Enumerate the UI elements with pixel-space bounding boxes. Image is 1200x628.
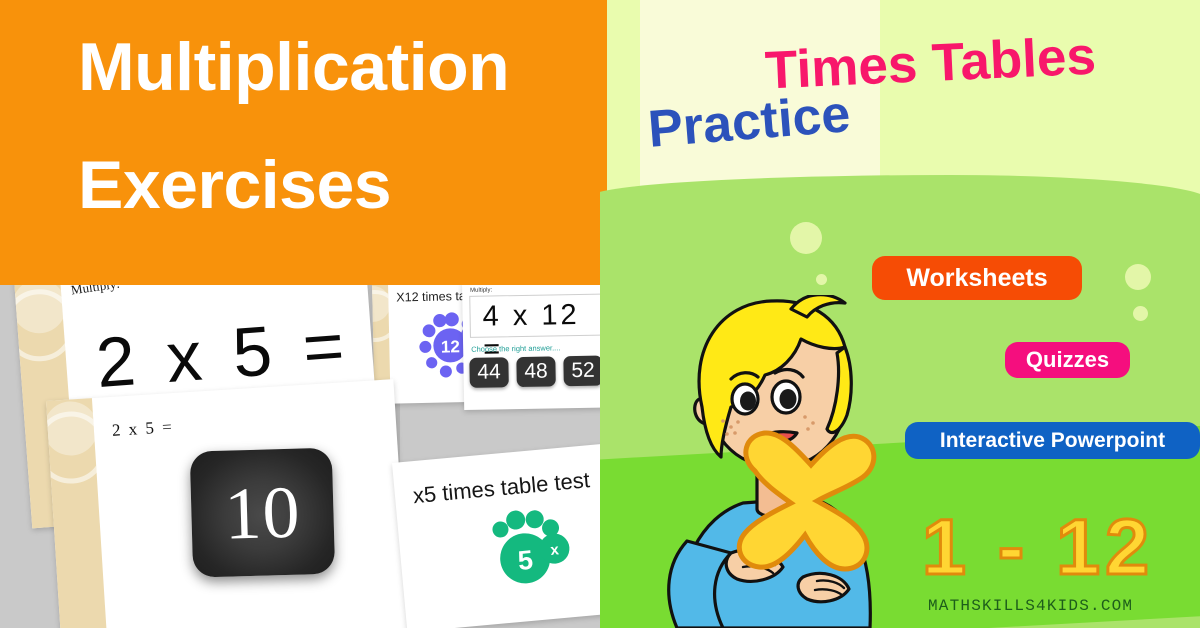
quiz-question-card[interactable]: Multiply: 4 x 12 = Choose the right answ… [462, 285, 600, 410]
left-header-banner: Multiplication Exercises [0, 0, 600, 285]
times-table-test-card[interactable]: x5 times table test 5 x [392, 443, 600, 628]
quiz-answer-options: 44 48 52 [469, 355, 600, 388]
answer-tile: 10 [189, 447, 336, 578]
decorative-bubble [1125, 264, 1151, 290]
boy-with-multiplication-sign-illustration [667, 295, 877, 628]
worksheet-answer-card[interactable]: 2 x 5 = 10 [46, 379, 410, 628]
answer-tile-value: 10 [223, 471, 302, 556]
worksheet-cards-collage: X12 times table quiz 12 x [0, 285, 600, 628]
worksheet-equation-small: 2 x 5 = [111, 417, 175, 440]
decorative-bubble [790, 222, 822, 254]
decorative-bubble [816, 274, 827, 285]
poster-root: Multiplication Exercises X12 times table… [0, 0, 1200, 628]
badge-worksheets[interactable]: Worksheets [872, 256, 1082, 300]
quiz-answer-option[interactable]: 48 [516, 356, 556, 388]
page-title-line-1: Multiplication [78, 29, 510, 105]
quiz-prompt-label: Multiply: [470, 287, 493, 294]
badge-interactive-powerpoint[interactable]: Interactive Powerpoint [905, 422, 1200, 459]
worksheet-prompt-label: Multiply: [69, 285, 121, 298]
number-range-label: 1 - 12 [920, 501, 1155, 593]
left-panel: Multiplication Exercises X12 times table… [0, 0, 600, 628]
svg-text:12: 12 [441, 337, 460, 356]
card-spine-decoration [46, 398, 108, 628]
quiz-answer-option[interactable]: 44 [469, 357, 509, 388]
badge-quizzes[interactable]: Quizzes [1005, 342, 1130, 378]
page-title-line-2: Exercises [78, 147, 392, 223]
decorative-bubble [1133, 306, 1148, 321]
site-url-label: MATHSKILLS4KIDS.COM [928, 597, 1134, 615]
times-table-5-badge-icon: 5 x [492, 510, 570, 584]
quiz-instruction-text: Choose the right answer.... [471, 343, 561, 354]
right-panel: Times Tables Practice Worksheets Quizzes… [600, 0, 1200, 628]
svg-text:5: 5 [517, 545, 535, 576]
quiz-answer-option[interactable]: 52 [563, 355, 600, 387]
quiz-equation-box: 4 x 12 = [469, 293, 600, 366]
